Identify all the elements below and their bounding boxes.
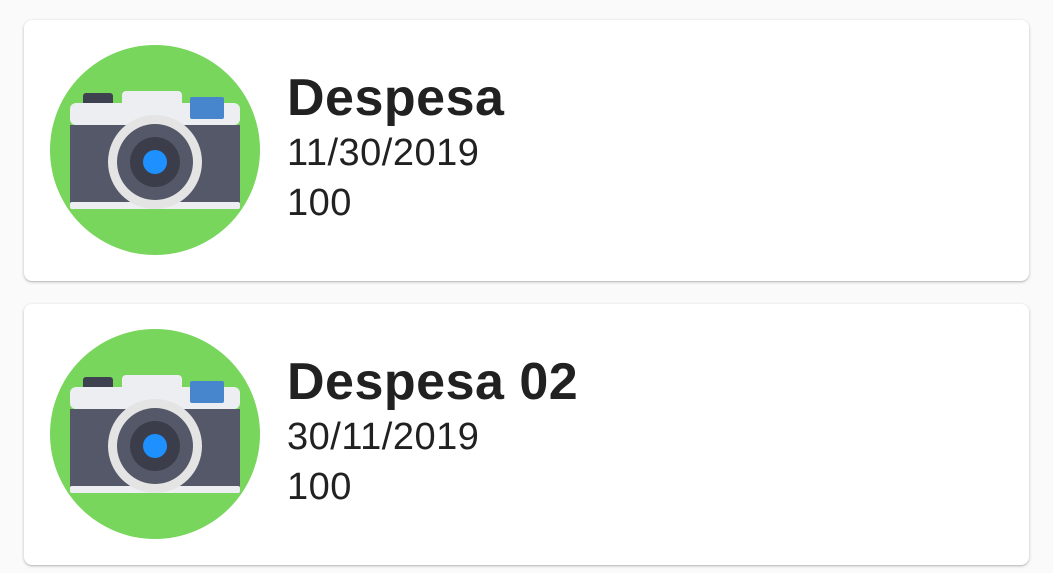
expense-details: Despesa 02 30/11/2019 100	[287, 352, 578, 512]
expense-date: 30/11/2019	[287, 416, 480, 458]
camera-avatar	[50, 329, 260, 539]
expense-details: Despesa 11/30/2019 100	[287, 68, 504, 228]
expense-amount: 100	[287, 182, 352, 224]
expense-card[interactable]: Despesa 02 30/11/2019 100	[24, 304, 1029, 565]
expense-title: Despesa 02	[287, 353, 579, 411]
expense-title: Despesa	[287, 69, 505, 127]
expense-amount: 100	[287, 466, 352, 508]
camera-icon	[50, 329, 260, 539]
camera-avatar	[50, 45, 260, 255]
expense-date: 11/30/2019	[287, 132, 480, 174]
camera-icon	[50, 45, 260, 255]
expense-card[interactable]: Despesa 11/30/2019 100	[24, 20, 1029, 281]
